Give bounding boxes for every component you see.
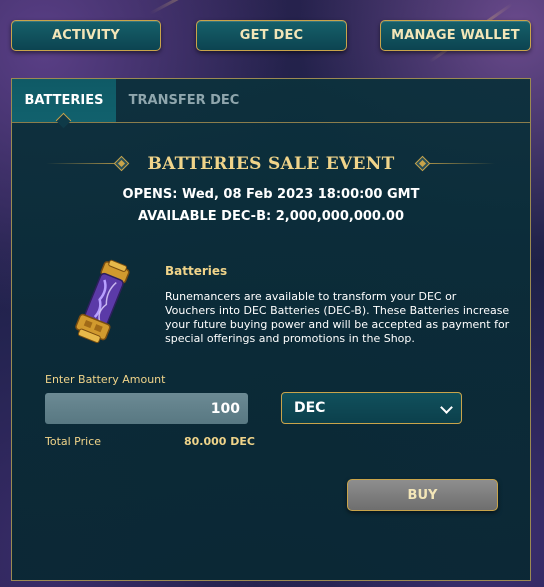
total-price-value: 80.000 DEC [184,435,255,448]
manage-wallet-button[interactable]: MANAGE WALLET [380,20,531,51]
battery-amount-label: Enter Battery Amount [45,373,166,386]
tab-transfer-dec[interactable]: TRANSFER DEC [116,79,252,122]
activity-button[interactable]: ACTIVITY [11,20,161,51]
currency-selected-value: DEC [294,400,326,416]
total-price-label: Total Price [45,435,102,448]
chevron-down-icon [440,401,453,414]
sale-opens-text: OPENS: Wed, 08 Feb 2023 18:00:00 GMT [122,187,420,202]
product-description: Runemancers are available to transform y… [165,290,510,345]
title-divider-right [429,163,495,164]
batteries-panel: BATTERIES TRANSFER DEC BATTERIES SALE EV… [11,78,531,581]
currency-select[interactable]: DEC [281,392,462,424]
battery-amount-input[interactable] [45,393,248,424]
background-streak [149,0,257,15]
available-dec-b-text: AVAILABLE DEC-B: 2,000,000,000.00 [137,209,405,224]
get-dec-button[interactable]: GET DEC [196,20,347,51]
buy-button[interactable]: BUY [347,479,498,511]
product-title: Batteries [165,264,228,278]
tab-bar: BATTERIES TRANSFER DEC [12,79,530,129]
battery-icon [72,257,134,347]
sale-event-title: BATTERIES SALE EVENT [147,154,395,174]
